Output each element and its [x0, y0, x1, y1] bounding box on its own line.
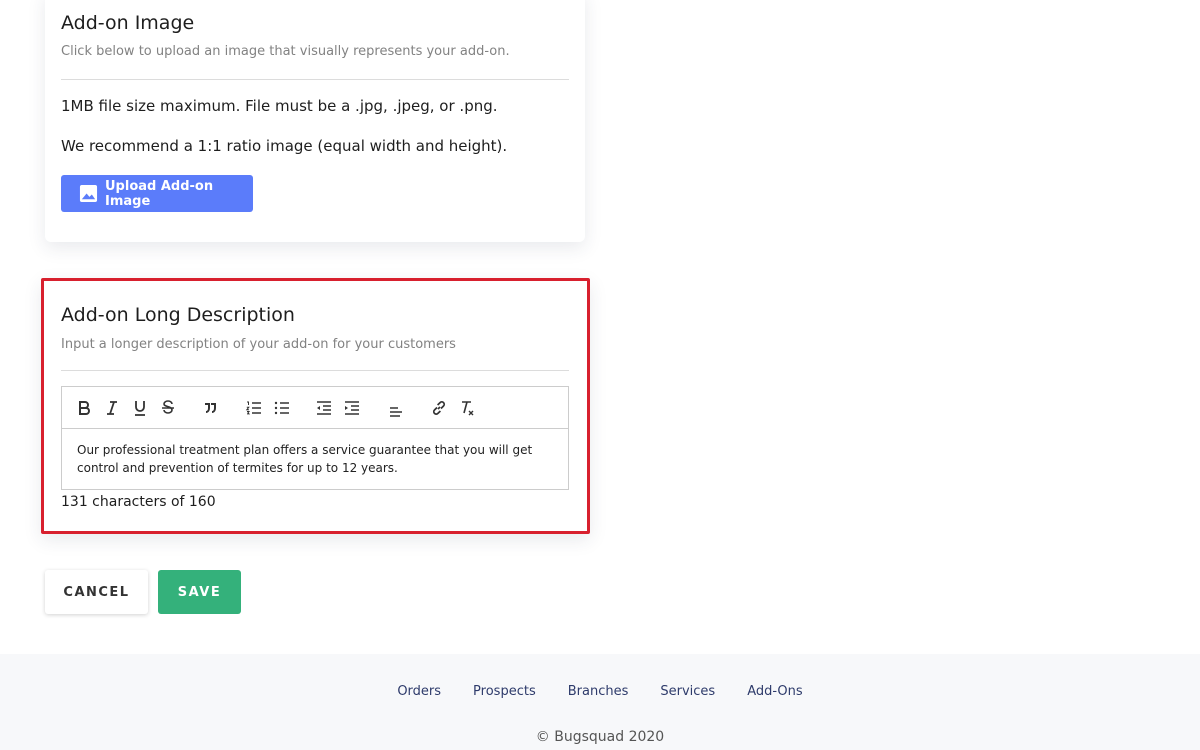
- strikethrough-icon[interactable]: [158, 398, 178, 418]
- character-count: 131 characters of 160: [61, 494, 216, 510]
- long-description-title: Add-on Long Description: [61, 304, 295, 326]
- addon-image-card: Add-on Image Click below to upload an im…: [45, 0, 585, 242]
- footer-link-add-ons[interactable]: Add-Ons: [747, 684, 802, 699]
- editor-toolbar: [62, 387, 568, 429]
- blockquote-icon[interactable]: [200, 398, 220, 418]
- addon-image-title: Add-on Image: [61, 12, 195, 34]
- underline-icon[interactable]: [130, 398, 150, 418]
- footer: Orders Prospects Branches Services Add-O…: [0, 654, 1200, 750]
- divider: [61, 370, 569, 371]
- ratio-note: We recommend a 1:1 ratio image (equal wi…: [61, 137, 508, 155]
- upload-addon-image-button[interactable]: Upload Add-on Image: [61, 175, 253, 212]
- rich-text-editor: Our professional treatment plan offers a…: [61, 386, 569, 490]
- footer-link-branches[interactable]: Branches: [568, 684, 629, 699]
- footer-link-orders[interactable]: Orders: [397, 684, 441, 699]
- ordered-list-icon[interactable]: [244, 398, 264, 418]
- align-icon[interactable]: [386, 398, 406, 418]
- long-description-subtitle: Input a longer description of your add-o…: [61, 337, 456, 352]
- file-size-note: 1MB file size maximum. File must be a .j…: [61, 97, 498, 115]
- description-text-area[interactable]: Our professional treatment plan offers a…: [62, 429, 568, 489]
- footer-link-prospects[interactable]: Prospects: [473, 684, 536, 699]
- indent-icon[interactable]: [342, 398, 362, 418]
- image-icon: [79, 184, 98, 203]
- bullet-list-icon[interactable]: [272, 398, 292, 418]
- cancel-button[interactable]: CANCEL: [45, 570, 148, 614]
- upload-button-label: Upload Add-on Image: [105, 178, 214, 209]
- footer-nav: Orders Prospects Branches Services Add-O…: [0, 684, 1200, 699]
- link-icon[interactable]: [429, 398, 449, 418]
- clear-format-icon[interactable]: [457, 398, 477, 418]
- outdent-icon[interactable]: [314, 398, 334, 418]
- addon-long-description-card: Add-on Long Description Input a longer d…: [41, 278, 590, 534]
- copyright: © Bugsquad 2020: [535, 729, 665, 745]
- addon-image-subtitle: Click below to upload an image that visu…: [61, 44, 510, 59]
- italic-icon[interactable]: [102, 398, 122, 418]
- save-button[interactable]: SAVE: [158, 570, 241, 614]
- bold-icon[interactable]: [74, 398, 94, 418]
- divider: [61, 79, 569, 80]
- footer-link-services[interactable]: Services: [660, 684, 715, 699]
